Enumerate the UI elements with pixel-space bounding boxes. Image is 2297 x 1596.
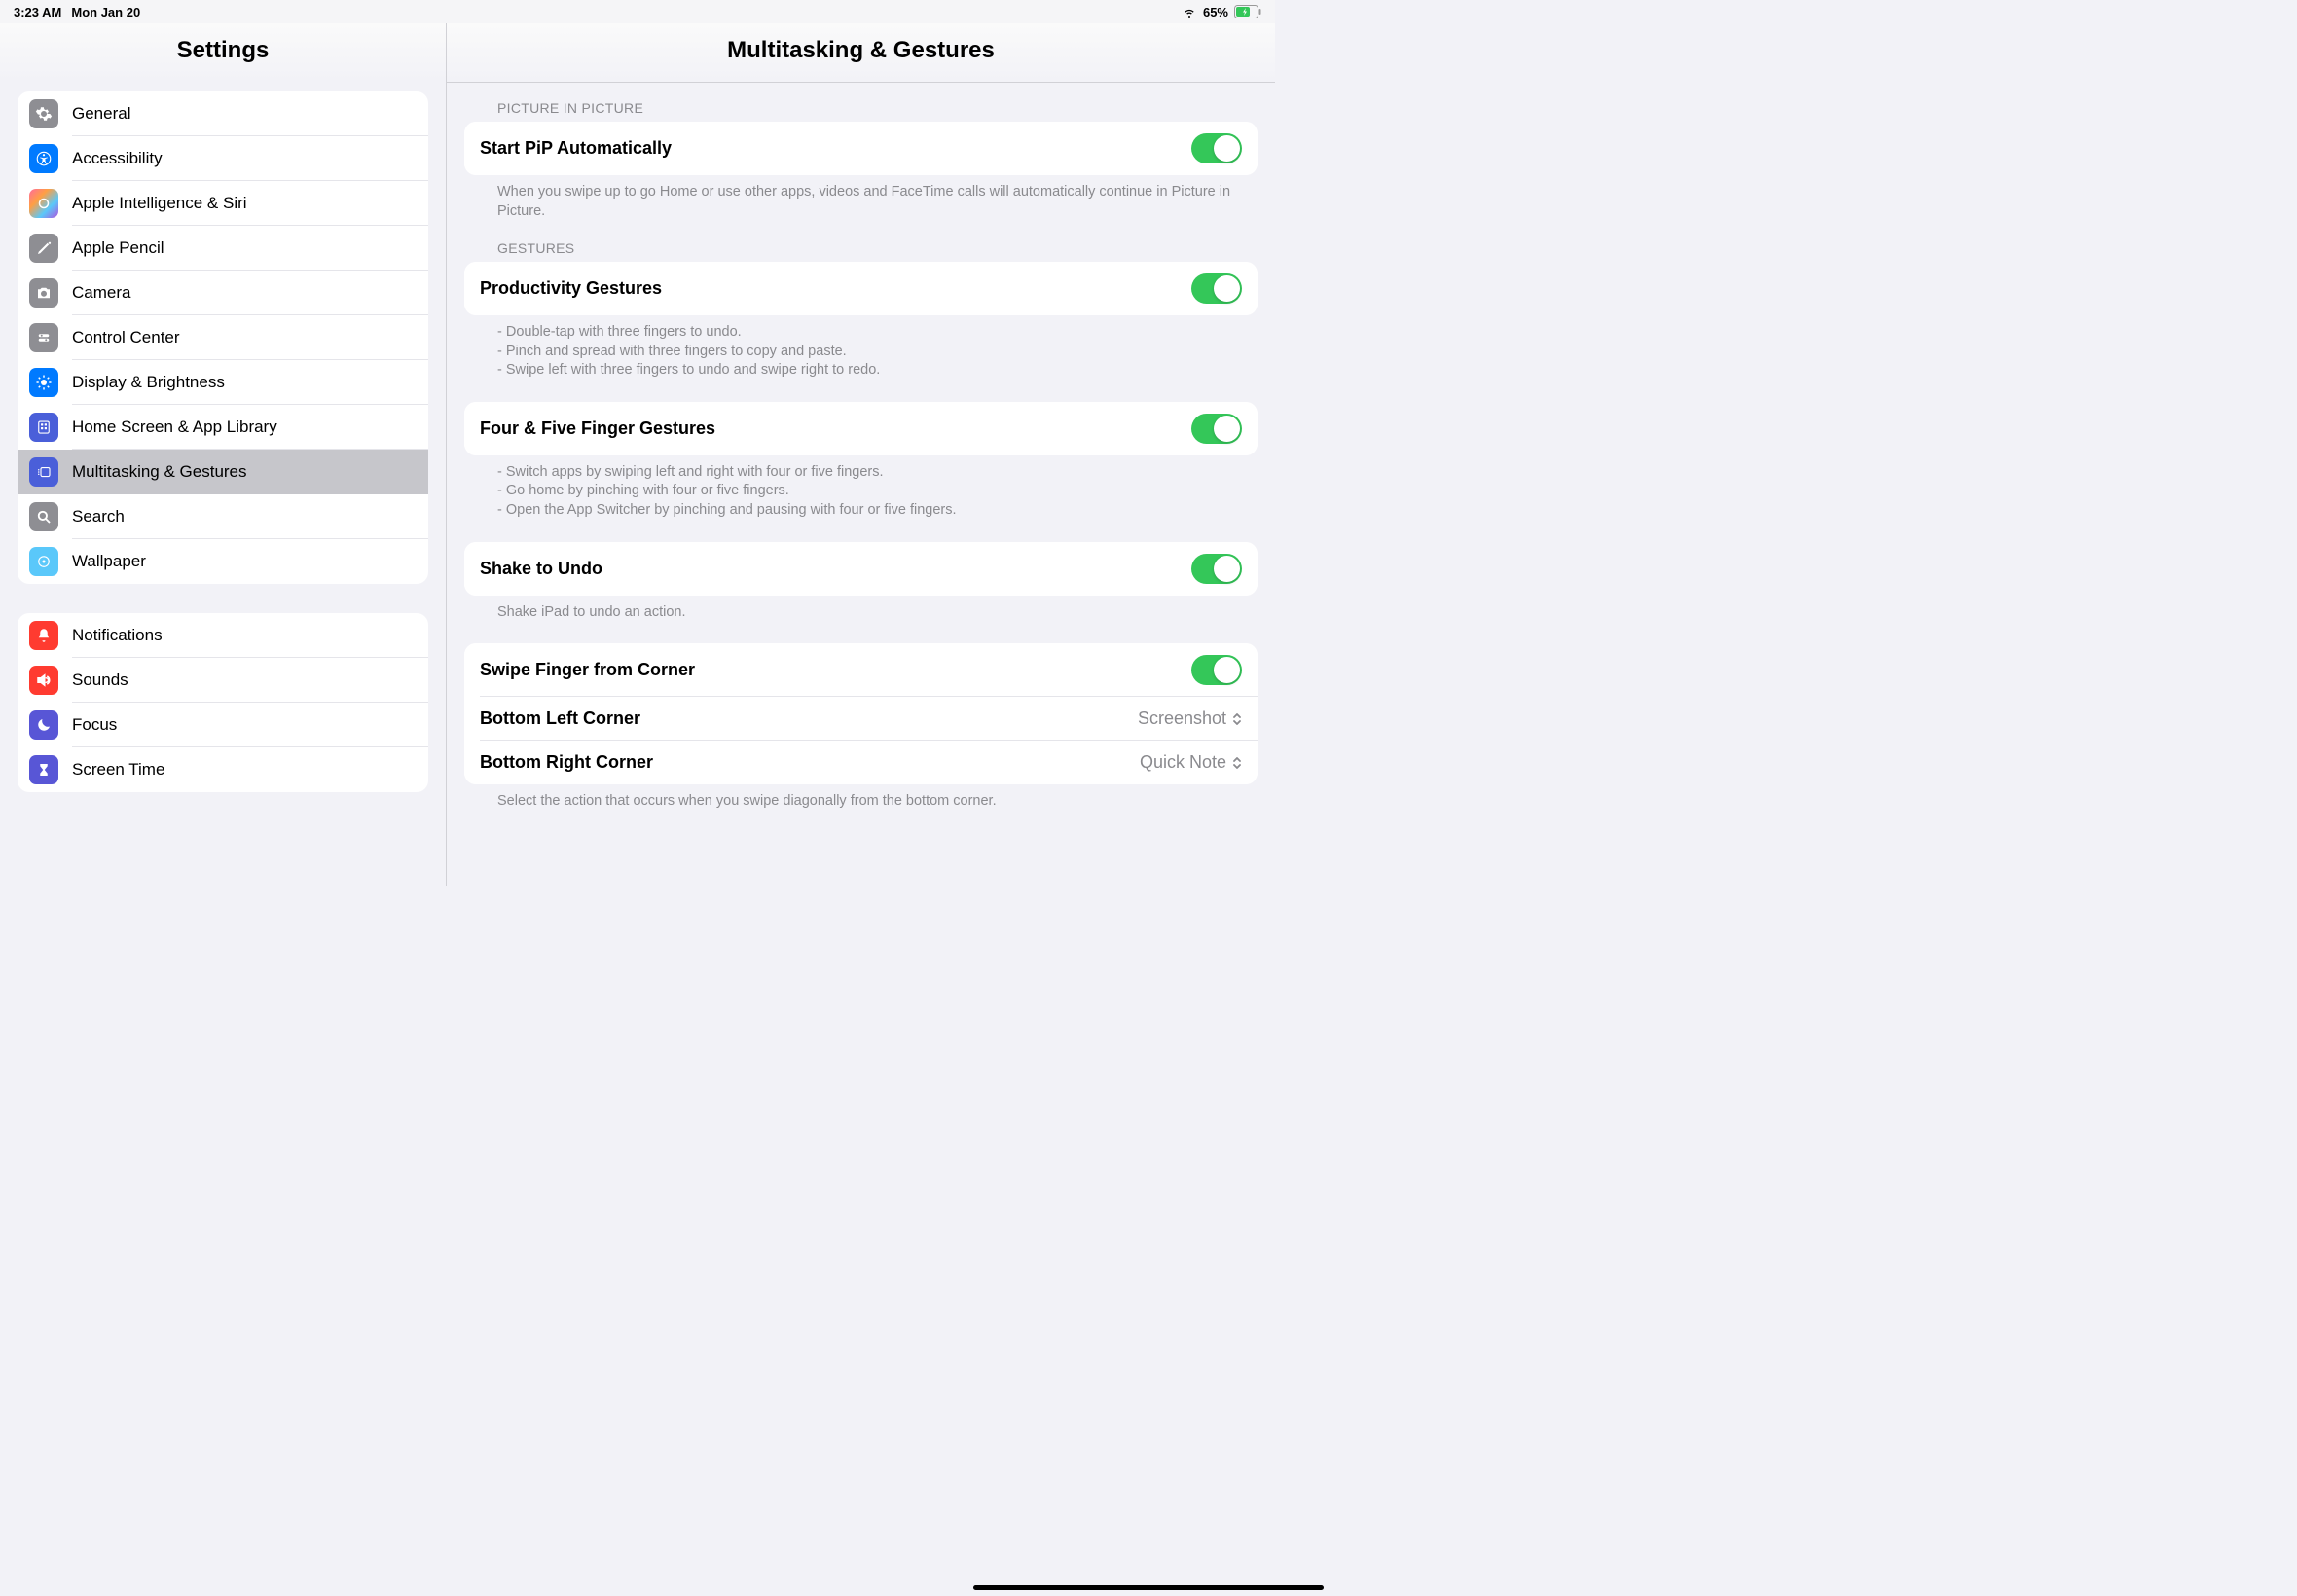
wifi-icon (1182, 4, 1197, 19)
hourglass-icon (29, 755, 58, 784)
sidebar-item-accessibility[interactable]: Accessibility (18, 136, 428, 181)
main-title: Multitasking & Gestures (447, 23, 1275, 83)
sidebar-item-display-brightness[interactable]: Display & Brightness (18, 360, 428, 405)
sidebar-item-label: Multitasking & Gestures (72, 462, 247, 482)
sidebar-item-label: Apple Pencil (72, 238, 164, 258)
home-indicator[interactable] (973, 1585, 1324, 1590)
footer-corner: Select the action that occurs when you s… (464, 784, 1258, 814)
sidebar-item-sounds[interactable]: Sounds (18, 658, 428, 703)
sidebar-item-label: Camera (72, 283, 130, 303)
status-bar: 3:23 AM Mon Jan 20 65% (0, 0, 1275, 23)
row-label: Start PiP Automatically (480, 138, 672, 159)
sidebar-item-label: Wallpaper (72, 552, 146, 571)
sidebar-item-label: Screen Time (72, 760, 164, 780)
sidebar-item-notifications[interactable]: Notifications (18, 613, 428, 658)
main-panel: Multitasking & Gestures Picture in Pictu… (447, 23, 1275, 886)
sidebar-item-search[interactable]: Search (18, 494, 428, 539)
toggle-swipe-from-corner[interactable] (1191, 655, 1242, 685)
row-value: Screenshot (1138, 708, 1242, 729)
sidebar-item-focus[interactable]: Focus (18, 703, 428, 747)
row-label: Productivity Gestures (480, 278, 662, 299)
sidebar-item-label: Display & Brightness (72, 373, 225, 392)
brightness-icon (29, 368, 58, 397)
wallpaper-icon (29, 547, 58, 576)
row-label: Four & Five Finger Gestures (480, 418, 715, 439)
sidebar-item-screen-time[interactable]: Screen Time (18, 747, 428, 792)
sidebar-item-multitasking-gestures[interactable]: Multitasking & Gestures (18, 450, 428, 494)
sidebar-item-label: Apple Intelligence & Siri (72, 194, 247, 213)
row-label: Swipe Finger from Corner (480, 660, 695, 680)
sidebar-item-apple-pencil[interactable]: Apple Pencil (18, 226, 428, 271)
home-screen-icon (29, 413, 58, 442)
footer-productivity: - Double-tap with three fingers to undo.… (464, 315, 1258, 382)
row-bottom-left-corner[interactable]: Bottom Left Corner Screenshot (464, 697, 1258, 741)
sidebar-item-label: Control Center (72, 328, 180, 347)
sidebar-item-general[interactable]: General (18, 91, 428, 136)
row-value: Quick Note (1140, 752, 1242, 773)
siri-icon (29, 189, 58, 218)
row-productivity-gestures: Productivity Gestures (464, 262, 1258, 315)
speaker-icon (29, 666, 58, 695)
row-label: Bottom Left Corner (480, 708, 640, 729)
footer-shake: Shake iPad to undo an action. (464, 596, 1258, 625)
footer-pip: When you swipe up to go Home or use othe… (464, 175, 1258, 223)
sidebar-group-2: Notifications Sounds Focus Screen Time (18, 613, 428, 792)
row-four-five-gestures: Four & Five Finger Gestures (464, 402, 1258, 455)
sidebar: Settings General Accessibility Apple Int… (0, 23, 447, 886)
up-down-chevron-icon (1232, 711, 1242, 727)
status-time: 3:23 AM (14, 5, 61, 19)
row-swipe-from-corner: Swipe Finger from Corner (464, 643, 1258, 697)
accessibility-icon (29, 144, 58, 173)
sidebar-title: Settings (0, 23, 446, 82)
up-down-chevron-icon (1232, 755, 1242, 771)
sidebar-item-label: Notifications (72, 626, 163, 645)
section-header-pip: Picture in Picture (464, 83, 1258, 122)
sidebar-item-label: Search (72, 507, 125, 526)
footer-fourfive: - Switch apps by swiping left and right … (464, 455, 1258, 523)
row-label: Shake to Undo (480, 559, 602, 579)
row-shake-to-undo: Shake to Undo (464, 542, 1258, 596)
row-start-pip: Start PiP Automatically (464, 122, 1258, 175)
sidebar-item-label: Home Screen & App Library (72, 417, 277, 437)
battery-icon (1234, 5, 1261, 18)
multitasking-icon (29, 457, 58, 487)
control-center-icon (29, 323, 58, 352)
toggle-four-five-gestures[interactable] (1191, 414, 1242, 444)
moon-icon (29, 710, 58, 740)
sidebar-item-wallpaper[interactable]: Wallpaper (18, 539, 428, 584)
toggle-start-pip[interactable] (1191, 133, 1242, 163)
battery-percent: 65% (1203, 5, 1228, 19)
toggle-productivity-gestures[interactable] (1191, 273, 1242, 304)
section-header-gestures: Gestures (464, 223, 1258, 262)
gear-icon (29, 99, 58, 128)
status-date: Mon Jan 20 (71, 5, 140, 19)
bell-icon (29, 621, 58, 650)
camera-icon (29, 278, 58, 308)
pencil-icon (29, 234, 58, 263)
sidebar-item-label: General (72, 104, 130, 124)
sidebar-item-apple-intelligence-siri[interactable]: Apple Intelligence & Siri (18, 181, 428, 226)
sidebar-item-label: Focus (72, 715, 117, 735)
sidebar-item-label: Accessibility (72, 149, 163, 168)
sidebar-group-1: General Accessibility Apple Intelligence… (18, 91, 428, 584)
sidebar-item-control-center[interactable]: Control Center (18, 315, 428, 360)
search-icon (29, 502, 58, 531)
sidebar-item-camera[interactable]: Camera (18, 271, 428, 315)
toggle-shake-to-undo[interactable] (1191, 554, 1242, 584)
row-bottom-right-corner[interactable]: Bottom Right Corner Quick Note (464, 741, 1258, 784)
row-label: Bottom Right Corner (480, 752, 653, 773)
sidebar-item-label: Sounds (72, 671, 128, 690)
sidebar-item-home-screen[interactable]: Home Screen & App Library (18, 405, 428, 450)
